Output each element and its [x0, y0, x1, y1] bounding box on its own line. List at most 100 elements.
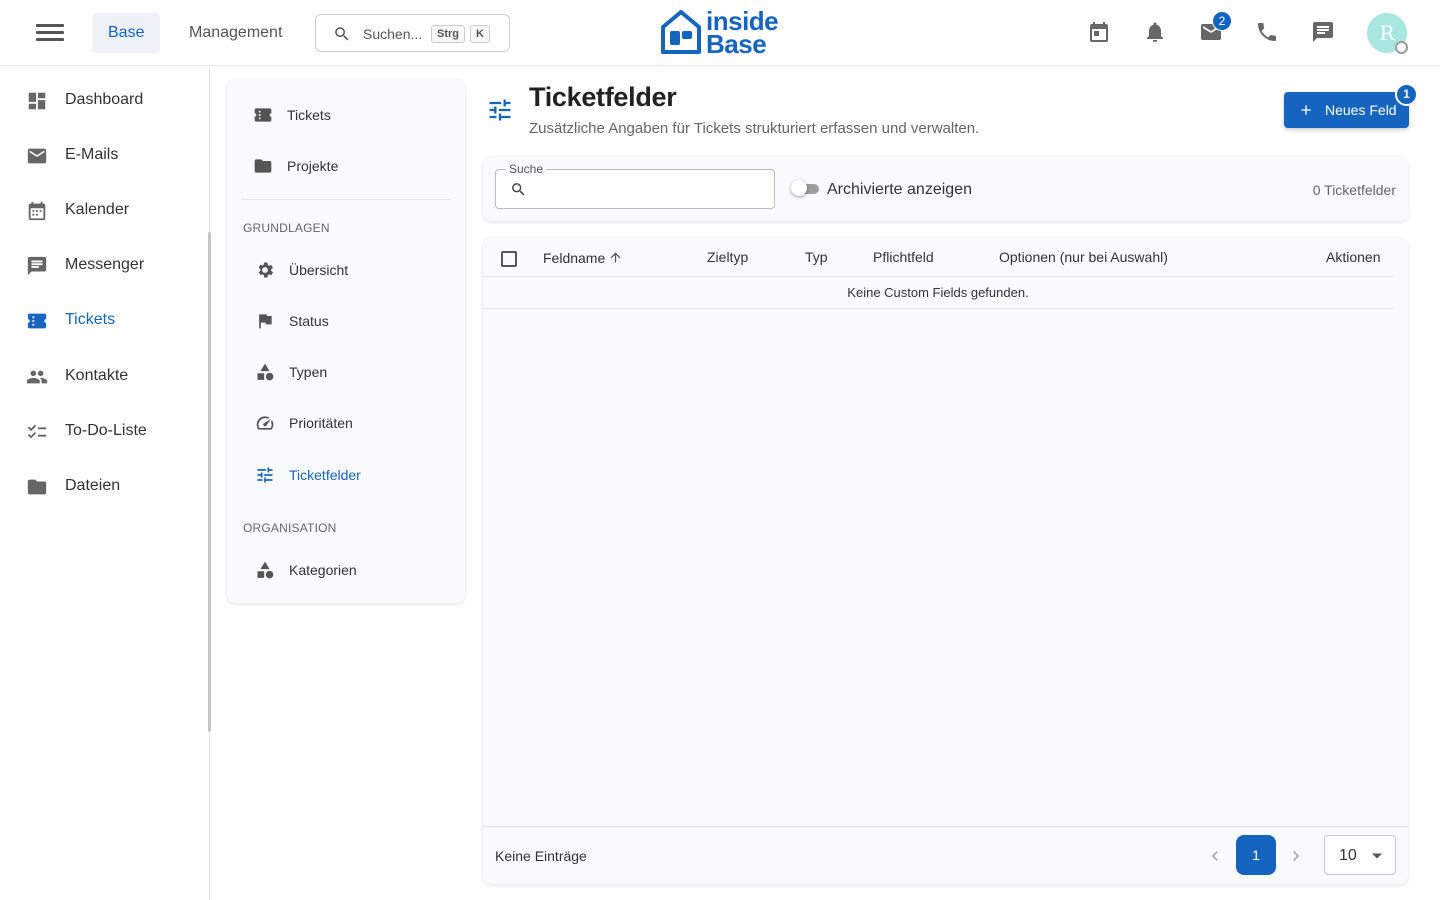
- gear-icon: [258, 262, 273, 278]
- sidebar-item-label: Tickets: [65, 311, 116, 328]
- arrow-up-icon[interactable]: [608, 250, 623, 265]
- sidebar-item-todo[interactable]: To-Do-Liste: [0, 408, 208, 456]
- panel-item-label: Ticketfelder: [289, 467, 361, 483]
- panel-item-projekte[interactable]: Projekte: [227, 144, 465, 188]
- chat-icon: [27, 256, 47, 276]
- panel-item-label: Kategorien: [289, 562, 357, 578]
- new-field-label: Neues Feld: [1325, 102, 1397, 118]
- flag-icon: [259, 314, 272, 329]
- tab-management[interactable]: Management: [173, 13, 298, 53]
- fields-table: Feldname Zieltyp Typ Pflichtfeld Optione…: [483, 238, 1408, 884]
- per-page-value: 10: [1339, 847, 1357, 864]
- search-input[interactable]: Suche: [495, 162, 775, 209]
- shortcut-key-ctrl: Strg: [431, 25, 465, 43]
- settings-panel: Tickets Projekte GRUNDLAGEN Übersicht St…: [227, 80, 465, 603]
- panel-item-ticketfelder[interactable]: Ticketfelder: [227, 453, 465, 497]
- status-indicator: [1395, 41, 1408, 54]
- caret-down-icon: [1372, 853, 1382, 859]
- sidebar-item-dashboard[interactable]: Dashboard: [0, 77, 208, 125]
- menu-icon[interactable]: [36, 24, 64, 42]
- sidebar-item-tickets[interactable]: Tickets: [0, 297, 208, 345]
- sidebar-scrollbar[interactable]: [208, 232, 211, 732]
- sidebar-item-dateien[interactable]: Dateien: [0, 463, 208, 511]
- logo-text-base: Base: [706, 29, 767, 59]
- speedometer-icon: [256, 416, 274, 430]
- sidebar-item-label: Kalender: [65, 201, 130, 218]
- panel-item-kategorien[interactable]: Kategorien: [227, 548, 465, 592]
- new-field-badge: 1: [1395, 83, 1418, 106]
- sidebar-item-label: Messenger: [65, 256, 145, 273]
- empty-row: Keine Custom Fields gefunden.: [483, 277, 1393, 309]
- panel-item-status[interactable]: Status: [227, 299, 465, 343]
- per-page-select[interactable]: 10: [1324, 835, 1396, 875]
- panel-item-uebersicht[interactable]: Übersicht: [227, 248, 465, 292]
- chevron-left-icon[interactable]: [1205, 846, 1225, 866]
- sidebar-item-label: Dashboard: [65, 91, 144, 108]
- page-title: Ticketfelder: [529, 82, 677, 112]
- chevron-right-icon[interactable]: [1286, 846, 1306, 866]
- footer-divider: [483, 826, 1408, 827]
- panel-item-label: Übersicht: [289, 262, 349, 278]
- archive-toggle[interactable]: [791, 180, 821, 196]
- section-title-organisation: ORGANISATION: [243, 521, 337, 535]
- house-icon: [661, 10, 701, 54]
- archive-toggle-label: Archivierte anzeigen: [827, 181, 972, 198]
- panel-item-label: Tickets: [287, 107, 331, 123]
- column-header-feldname[interactable]: Feldname: [543, 250, 605, 266]
- panel-item-typen[interactable]: Typen: [227, 350, 465, 394]
- phone-icon[interactable]: [1255, 20, 1279, 44]
- filter-card: Suche Archivierte anzeigen 0 Ticketfelde…: [483, 157, 1408, 221]
- panel-item-label: Status: [289, 313, 329, 329]
- dashboard-icon: [28, 92, 46, 110]
- page-subtitle: Zusätzliche Angaben für Tickets struktur…: [529, 120, 980, 137]
- new-field-button[interactable]: Neues Feld: [1284, 92, 1409, 128]
- calendar-icon[interactable]: [1087, 20, 1111, 44]
- sidebar-item-kalender[interactable]: Kalender: [0, 187, 208, 235]
- sidebar-item-label: E-Mails: [65, 146, 119, 163]
- panel-item-tickets[interactable]: Tickets: [227, 93, 465, 137]
- plus-icon: [1301, 105, 1311, 115]
- footer-label: Keine Einträge: [495, 848, 587, 864]
- sidebar: Dashboard E-Mails Kalender Messenger Tic…: [0, 66, 210, 900]
- shapes-icon: [257, 363, 274, 381]
- global-search[interactable]: Suchen... Strg K: [315, 14, 510, 52]
- column-header-zieltyp[interactable]: Zieltyp: [707, 249, 748, 265]
- sidebar-item-kontakte[interactable]: Kontakte: [0, 353, 208, 401]
- search-icon: [335, 27, 349, 41]
- shapes-icon: [257, 561, 274, 579]
- column-header-pflichtfeld[interactable]: Pflichtfeld: [873, 249, 934, 265]
- sidebar-item-label: Kontakte: [65, 367, 129, 384]
- empty-message: Keine Custom Fields gefunden.: [847, 285, 1029, 300]
- tune-icon: [257, 467, 273, 483]
- search-label: Suche: [506, 162, 547, 176]
- panel-item-prioritaeten[interactable]: Prioritäten: [227, 401, 465, 445]
- tune-icon: [489, 99, 511, 121]
- folder-icon: [27, 479, 47, 495]
- bell-icon[interactable]: [1143, 20, 1167, 44]
- ticket-icon: [254, 108, 272, 122]
- field-count: 0 Ticketfelder: [1312, 182, 1396, 198]
- sidebar-item-label: Dateien: [65, 477, 121, 494]
- column-header-typ[interactable]: Typ: [805, 249, 828, 265]
- column-header-optionen[interactable]: Optionen (nur bei Auswahl): [999, 249, 1168, 265]
- top-bar: Base Management Suchen... Strg K inside …: [0, 0, 1440, 66]
- tab-base[interactable]: Base: [92, 13, 161, 53]
- section-title-grundlagen: GRUNDLAGEN: [243, 221, 330, 235]
- message-icon[interactable]: [1311, 20, 1335, 44]
- page-button-current[interactable]: 1: [1236, 835, 1276, 875]
- panel-divider: [241, 199, 451, 200]
- select-all-checkbox[interactable]: [501, 251, 517, 267]
- sidebar-item-emails[interactable]: E-Mails: [0, 132, 208, 180]
- panel-item-label: Prioritäten: [289, 415, 353, 431]
- logo[interactable]: inside Base: [660, 7, 782, 59]
- mail-badge: 2: [1212, 11, 1232, 31]
- sidebar-item-label: To-Do-Liste: [65, 422, 147, 439]
- shortcut-key-k: K: [470, 25, 490, 43]
- search-placeholder: Suchen...: [363, 26, 423, 42]
- mail-icon: [27, 148, 47, 164]
- panel-item-label: Typen: [289, 364, 328, 380]
- column-header-aktionen: Aktionen: [1326, 249, 1381, 265]
- folder-icon: [254, 159, 272, 173]
- search-icon: [512, 183, 525, 196]
- sidebar-item-messenger[interactable]: Messenger: [0, 242, 208, 290]
